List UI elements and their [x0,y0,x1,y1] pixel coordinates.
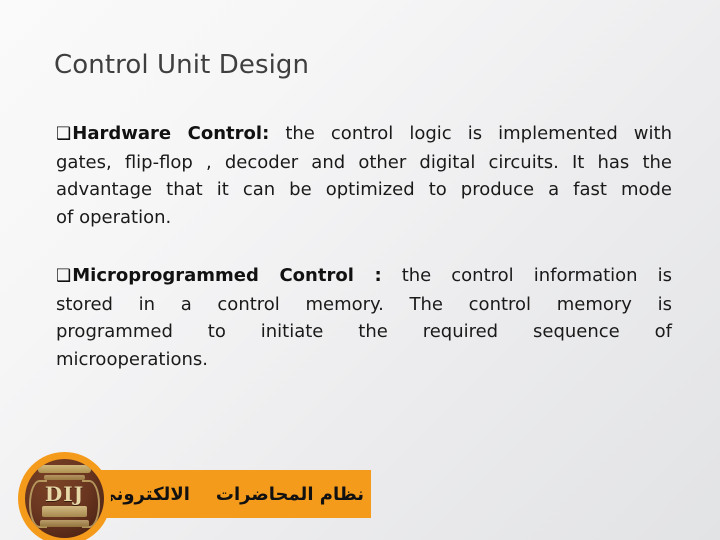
bullet-line: advantage that it can be optimized to pr… [56,176,672,204]
bullet-line-text: of operation. [56,206,172,228]
footer-text-right: نظام المحاضرات [215,483,364,505]
bullet-line: gates, flip-flop , decoder and other dig… [56,149,672,177]
bullet-lead-label: Hardware Control: [72,123,270,144]
seal-top-banner [37,464,92,474]
bullet-line: of operation. [56,204,672,232]
square-bullet-icon: ❑ [56,266,72,286]
page-title: Control Unit Design [54,50,310,80]
bullet-line-text: programmed to initiate the required sequ… [56,321,672,342]
bullet-line: stored in a control memory. The control … [56,291,672,319]
seal-sub-banner [43,474,86,481]
bullet-line: programmed to initiate the required sequ… [56,318,672,346]
slide-body: ❑Hardware Control: the control logic is … [56,120,672,373]
university-seal-logo: DIJ [18,452,111,540]
square-bullet-icon: ❑ [56,124,72,144]
bullet-line-text: gates, flip-flop , decoder and other dig… [56,151,672,173]
bullet-paragraph-microprogrammed-control: ❑Microprogrammed Control : the control i… [56,262,672,373]
slide-footer: نظام المحاضرات الالكتروني DIJ [0,444,720,540]
bullet-line-text: advantage that it can be optimized to pr… [56,179,672,200]
bullet-line-text: microoperations. [56,348,208,370]
bullet-lead-label: Microprogrammed Control : [72,265,382,286]
bullet-line-text: the control logic is implemented with [285,123,672,144]
footer-text-left: الالكتروني [98,483,190,505]
seal-book-icon [42,506,87,517]
seal-emblem-icon: DIJ [25,459,104,538]
bullet-paragraph-hardware-control: ❑Hardware Control: the control logic is … [56,120,672,231]
seal-bottom-banner [40,519,89,527]
bullet-line: microoperations. [56,346,672,374]
bullet-line-text: stored in a control memory. The control … [56,293,672,315]
slide-canvas: Control Unit Design ❑Hardware Control: t… [0,0,720,540]
bullet-line-text: the control information is [401,265,672,286]
seal-monogram: DIJ [44,482,85,507]
